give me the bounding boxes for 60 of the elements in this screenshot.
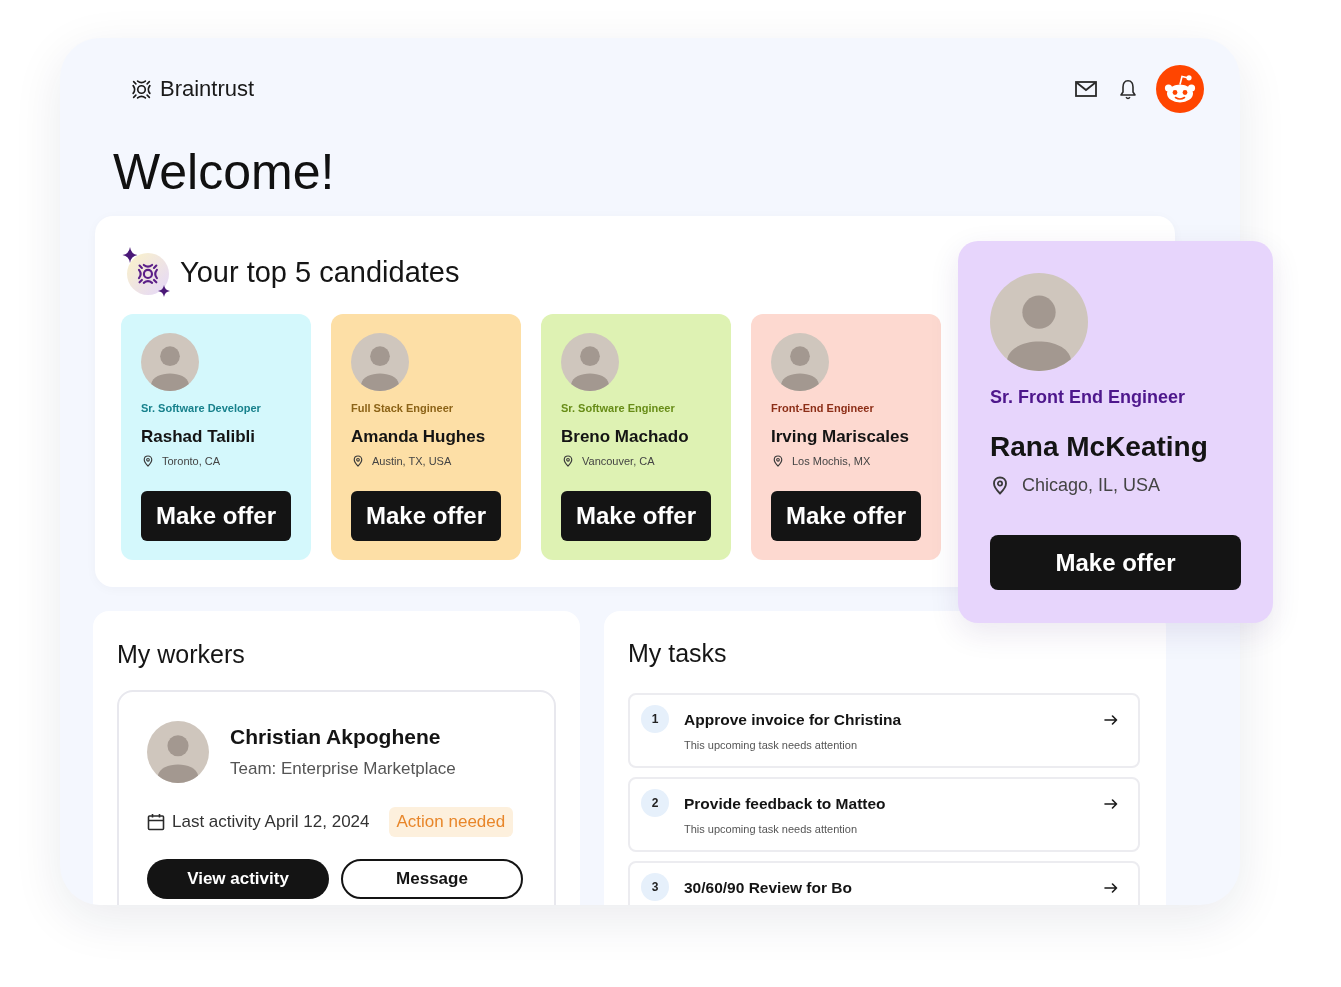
last-activity: Last activity April 12, 2024: [172, 811, 370, 833]
task-title: Provide feedback to Matteo: [684, 794, 887, 814]
task-card[interactable]: 3 30/60/90 Review for Bo: [628, 861, 1140, 905]
candidate-role: Full Stack Engineer: [351, 401, 454, 415]
message-button[interactable]: Message: [341, 859, 523, 899]
brand-name: Braintrust: [160, 76, 255, 102]
make-offer-button[interactable]: Make offer: [561, 491, 711, 541]
section-title: Your top 5 candidates: [180, 255, 460, 290]
mail-icon[interactable]: [1075, 81, 1097, 97]
calendar-icon: [147, 813, 165, 831]
location-pin-icon: [992, 475, 1008, 495]
task-title: 30/60/90 Review for Bo: [684, 878, 853, 898]
avatar-icon[interactable]: [1156, 65, 1204, 113]
view-activity-button[interactable]: View activity: [147, 859, 329, 899]
candidate-name: Amanda Hughes: [351, 426, 486, 448]
avatar-placeholder: [141, 333, 199, 391]
task-card[interactable]: 1 Approve invoice for Christina This upcoming task needs attention: [628, 693, 1140, 768]
worker-team: Team: Enterprise Marketplace: [230, 758, 456, 780]
make-offer-button[interactable]: Make offer: [771, 491, 921, 541]
candidate-location: Los Mochis, MX: [792, 454, 871, 469]
task-card[interactable]: 2 Provide feedback to Matteo This upcoming task needs attention: [628, 777, 1140, 852]
worker-name: Christian Akpoghene: [230, 724, 442, 750]
arrow-right-icon: [1104, 715, 1118, 725]
task-subtitle: This upcoming task needs attention: [684, 738, 859, 752]
avatar-placeholder: [561, 333, 619, 391]
step-number: 2: [641, 789, 669, 817]
avatar-placeholder: [771, 333, 829, 391]
candidate-location: Toronto, CA: [162, 454, 221, 469]
make-offer-button[interactable]: Make offer: [351, 491, 501, 541]
candidate-location: Vancouver, CA: [582, 454, 655, 469]
make-offer-button[interactable]: Make offer: [990, 535, 1241, 590]
location-pin-icon: [353, 455, 363, 467]
make-offer-button[interactable]: Make offer: [141, 491, 291, 541]
step-number: 3: [641, 873, 669, 901]
candidate-role: Sr. Front End Engineer: [990, 386, 1186, 408]
location-pin-icon: [773, 455, 783, 467]
avatar-placeholder: [351, 333, 409, 391]
candidate-role: Sr. Software Engineer: [561, 401, 675, 415]
candidate-location: Austin, TX, USA: [372, 454, 452, 469]
arrow-right-icon: [1104, 883, 1118, 893]
candidate-role: Sr. Software Developer: [141, 401, 261, 415]
candidate-role: Front-End Engineer: [771, 401, 874, 415]
avatar-placeholder: [147, 721, 209, 783]
step-number: 1: [641, 705, 669, 733]
task-subtitle: This upcoming task needs attention: [684, 822, 859, 836]
task-title: Approve invoice for Christina: [684, 710, 903, 730]
location-pin-icon: [563, 455, 573, 467]
status-badge: Action needed: [388, 807, 514, 837]
section-title: My workers: [117, 639, 246, 669]
section-title: My tasks: [628, 638, 728, 668]
arrow-right-icon: [1104, 799, 1118, 809]
candidate-location: Chicago, IL, USA: [1022, 474, 1161, 496]
candidate-name: Rashad Talibli: [141, 426, 255, 448]
page-title: Welcome!: [113, 143, 336, 202]
location-pin-icon: [143, 455, 153, 467]
logo-icon: [130, 77, 153, 101]
notification-bell-icon[interactable]: [1119, 78, 1137, 100]
candidate-name: Rana McKeating: [990, 430, 1208, 464]
candidate-name: Breno Machado: [561, 426, 689, 448]
candidate-name: Irving Mariscales: [771, 426, 909, 448]
